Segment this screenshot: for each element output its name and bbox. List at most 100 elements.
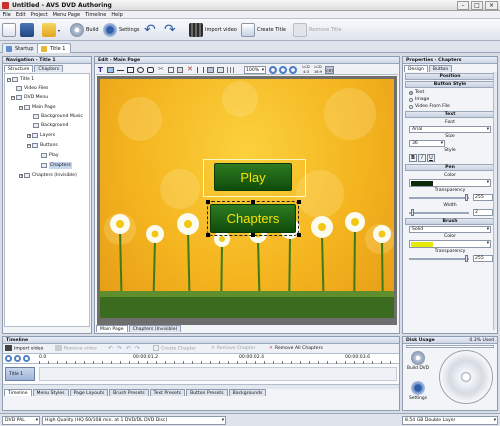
menu-edit[interactable]: Edit	[13, 11, 28, 19]
tab-structure[interactable]: Structure	[4, 65, 34, 72]
build-button[interactable]: Build	[70, 21, 99, 39]
open-button[interactable]: ▾	[42, 21, 60, 39]
pen-transparency-slider[interactable]	[409, 197, 469, 199]
disc-type-select[interactable]: 8.54 GB Double Layer	[402, 416, 498, 425]
tab-design[interactable]: Design	[404, 65, 428, 72]
import-video-tl-button[interactable]: Import video	[5, 345, 43, 354]
pen-transparency-value[interactable]: 255	[473, 194, 493, 201]
minimize-button[interactable]: –	[457, 1, 469, 10]
slider-thumb[interactable]	[465, 194, 468, 201]
import-video-button[interactable]: Import video	[189, 21, 237, 39]
maximize-button[interactable]: □	[471, 1, 483, 10]
tree-item-buttons[interactable]: − Buttons	[27, 142, 58, 149]
collapse-icon[interactable]: −	[19, 105, 23, 110]
quality-select[interactable]: High Quality (HQ 60/108 min. at 1 DVD/DL…	[42, 416, 226, 425]
tab-brush-presets[interactable]: Brush Presets	[109, 389, 149, 396]
fit-icon[interactable]	[289, 66, 297, 74]
section-position[interactable]: Position	[405, 73, 495, 80]
ellipse-tool-icon[interactable]	[137, 67, 144, 73]
underline-button[interactable]: U	[427, 154, 435, 162]
send-back-icon[interactable]	[217, 67, 224, 73]
bold-button[interactable]: B	[409, 154, 417, 162]
expand-icon[interactable]: +	[19, 173, 23, 178]
redo-icon[interactable]: ↷	[117, 345, 122, 352]
menu-help[interactable]: Help	[109, 11, 125, 19]
tab-text-presets[interactable]: Text Presets	[149, 389, 186, 396]
create-chapter-button[interactable]: Create Chapter	[153, 345, 196, 354]
tab-timeline[interactable]: Timeline	[4, 389, 32, 396]
brush-color-select[interactable]: ▾	[409, 240, 491, 248]
tab-button-presets[interactable]: Button Presets	[186, 389, 228, 396]
zoom-fit-icon[interactable]	[23, 355, 30, 362]
grid-icon[interactable]	[227, 67, 234, 73]
width-value[interactable]: 2	[473, 209, 493, 216]
lcd-4-3-button[interactable]: LCD 4:3	[301, 65, 311, 74]
selection-handle[interactable]	[206, 200, 210, 204]
close-button[interactable]: ×	[485, 1, 498, 10]
crt-button[interactable]: CRT	[325, 66, 334, 74]
size-select[interactable]: 36	[409, 140, 445, 147]
remove-all-chapters-button[interactable]: ✕ Remove All Chapters	[269, 345, 323, 353]
collapse-icon[interactable]: −	[27, 143, 31, 148]
play-button-element[interactable]: Play	[214, 163, 292, 191]
text-tool-icon[interactable]: T	[98, 66, 103, 74]
menu-file[interactable]: File	[0, 11, 13, 19]
disk-settings-button[interactable]: Settings	[406, 381, 430, 407]
cut-icon[interactable]: ✂	[158, 65, 164, 73]
section-pen[interactable]: Pen	[405, 164, 495, 171]
section-brush[interactable]: Brush	[405, 218, 495, 225]
brush-type-select[interactable]: Solid	[409, 226, 491, 233]
font-select[interactable]: Arial	[409, 126, 491, 133]
redo-2-icon[interactable]: ↷	[135, 345, 140, 352]
remove-chapter-button[interactable]: ✕ Remove Chapter	[211, 345, 255, 353]
rectangle-tool-icon[interactable]	[127, 67, 134, 73]
collapse-icon[interactable]: −	[7, 77, 11, 82]
tab-startup[interactable]: Startup	[2, 43, 39, 53]
image-tool-icon[interactable]	[107, 67, 114, 73]
zoom-in-icon[interactable]	[5, 355, 12, 362]
tab-main-page[interactable]: Main Page	[96, 325, 128, 332]
tab-menu-styles[interactable]: Menu Styles	[32, 389, 69, 396]
tab-chapters[interactable]: Chapters	[34, 65, 64, 72]
brush-transparency-value[interactable]: 255	[473, 255, 493, 262]
remove-title-button[interactable]: Remove Title	[293, 21, 342, 39]
copy-icon[interactable]	[168, 67, 174, 73]
selection-handle[interactable]	[251, 200, 255, 204]
undo-icon[interactable]: ↶	[108, 345, 113, 352]
collapse-icon[interactable]: −	[11, 95, 15, 100]
align-icon[interactable]	[197, 67, 204, 73]
create-title-button[interactable]: Create Title	[241, 21, 286, 39]
style-option-video[interactable]: Video From File	[403, 103, 497, 110]
tree-item-dvd-menu[interactable]: − DVD Menu	[11, 94, 48, 101]
section-button-style[interactable]: Button Style	[405, 81, 495, 88]
tab-button[interactable]: Button	[428, 65, 453, 72]
line-tool-icon[interactable]	[117, 70, 124, 71]
tree-item-main-page[interactable]: − Main Page	[19, 104, 56, 111]
tree-item-background-music[interactable]: Background Music	[33, 113, 83, 120]
pen-color-select[interactable]: ▾	[409, 179, 491, 187]
delete-icon[interactable]: ✕	[187, 65, 193, 73]
chapters-button-element[interactable]: Chapters	[207, 201, 299, 236]
selection-handle[interactable]	[206, 233, 210, 237]
tab-title-1[interactable]: Title 1	[37, 43, 71, 53]
selection-handle[interactable]	[297, 233, 301, 237]
save-button[interactable]	[20, 21, 36, 39]
tree-item-chapters-invisible[interactable]: + Chapters (Invisible)	[19, 172, 77, 179]
tree-item-video-files[interactable]: Video Files	[16, 85, 48, 92]
zoom-select[interactable]: 100% ▾	[244, 66, 266, 74]
zoom-in-icon[interactable]	[269, 66, 277, 74]
selection-handle[interactable]	[297, 200, 301, 204]
zoom-out-icon[interactable]	[14, 355, 21, 362]
rounded-rect-tool-icon[interactable]	[147, 67, 154, 73]
menu-canvas[interactable]: Play Chapters	[100, 79, 394, 318]
settings-button[interactable]: Settings	[103, 21, 140, 39]
paste-icon[interactable]	[177, 67, 183, 73]
remove-video-button[interactable]: Remove video	[55, 345, 97, 354]
tree-item-play[interactable]: Play	[41, 152, 59, 159]
section-text[interactable]: Text	[405, 111, 495, 118]
style-option-image[interactable]: Image	[403, 96, 497, 103]
width-slider[interactable]	[409, 212, 469, 214]
undo-button[interactable]: ↶	[144, 21, 162, 39]
selection-handle[interactable]	[251, 233, 255, 237]
tree-item-background[interactable]: Background	[33, 122, 68, 129]
